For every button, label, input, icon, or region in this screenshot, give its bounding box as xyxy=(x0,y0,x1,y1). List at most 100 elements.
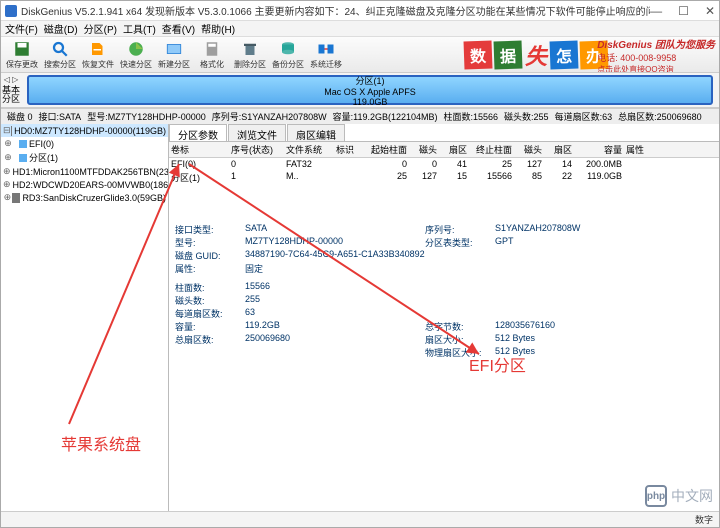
tree-disk-2[interactable]: ⊕HD2:WDCWD20EARS-00MVWB0(1863GB) xyxy=(1,178,168,191)
td: 15 xyxy=(439,170,469,185)
td: 127 xyxy=(514,158,544,170)
menu-view[interactable]: 查看(V) xyxy=(162,21,195,36)
disk-tree[interactable]: ⊟HD0:MZ7TY128HDHP-00000(119GB) ⊕EFI(0) ⊕… xyxy=(1,124,169,514)
watermark-logo: php xyxy=(645,485,667,507)
main-area: ⊟HD0:MZ7TY128HDHP-00000(119GB) ⊕EFI(0) ⊕… xyxy=(1,124,719,514)
detail-value: 119.2GB xyxy=(245,320,425,333)
th[interactable]: 卷标 xyxy=(169,142,229,157)
tree-label: RD3:SanDiskCruzerGlide3.0(59GB) xyxy=(22,193,166,203)
table-row[interactable]: EFI(0)0FAT3200412512714200.0MB xyxy=(169,158,719,170)
quick-partition-button[interactable]: 快速分区 xyxy=(117,38,155,72)
watermark-text: 中文网 xyxy=(671,486,713,506)
th[interactable]: 标识 xyxy=(334,142,364,157)
diskinfo-cap: 容量:119.2GB(122104MB) xyxy=(333,110,438,123)
tab-sector-edit[interactable]: 扇区编辑 xyxy=(287,124,345,141)
partition-title: 分区(1) xyxy=(356,74,385,87)
th[interactable]: 序号(状态) xyxy=(229,142,284,157)
detail-label: 磁头数: xyxy=(175,294,245,307)
table-row[interactable]: 分区(1)1M..2512715155668522119.0GB xyxy=(169,170,719,185)
detail-label: 柱面数: xyxy=(175,281,245,294)
detail-value: 128035676160 xyxy=(495,320,675,333)
td: 0 xyxy=(364,158,409,170)
recover-file-button[interactable]: 恢复文件 xyxy=(79,38,117,72)
diskinfo-spt: 每道扇区数:63 xyxy=(555,110,613,123)
window-title: DiskGenius V5.2.1.941 x64 发现新版本 V5.3.0.1… xyxy=(21,3,650,18)
td xyxy=(334,170,364,185)
left-tab: ◁ ▷ 基本分区 xyxy=(1,73,21,107)
th[interactable]: 属性 xyxy=(624,142,654,157)
disk-bar-wrap: ◁ ▷ 基本分区 分区(1) Mac OS X Apple APFS 119.0… xyxy=(1,73,719,108)
detail-value: 512 Bytes xyxy=(495,346,675,359)
detail-label: 物理扇区大小: xyxy=(425,346,495,359)
tree-label: EFI(0) xyxy=(29,139,54,149)
menu-tool[interactable]: 工具(T) xyxy=(123,21,156,36)
td xyxy=(624,158,654,170)
disk-icon xyxy=(12,193,21,203)
detail-label: 每道扇区数: xyxy=(175,307,245,320)
td: 1 xyxy=(229,170,284,185)
brand-qq[interactable]: 点击此处直接QQ咨询 xyxy=(597,64,673,74)
td: 85 xyxy=(514,170,544,185)
th[interactable]: 扇区 xyxy=(439,142,469,157)
detail-value: 15566 xyxy=(245,281,425,294)
brand-info: DiskGenius 团队为您服务 电话: 400-008-9958 点击此处直… xyxy=(597,37,715,73)
th[interactable]: 起始柱面 xyxy=(364,142,409,157)
maximize-button[interactable]: ☐ xyxy=(678,4,689,18)
th[interactable]: 容量 xyxy=(574,142,624,157)
format-button[interactable]: 格式化 xyxy=(193,38,231,72)
tree-part-1[interactable]: ⊕分区(1) xyxy=(1,150,168,165)
backup-partition-button[interactable]: 备份分区 xyxy=(269,38,307,72)
minimize-button[interactable]: — xyxy=(650,4,662,18)
migrate-button[interactable]: 系统迁移 xyxy=(307,38,345,72)
detail-label: 容量: xyxy=(175,320,245,333)
diskinfo-disk: 磁盘 0 xyxy=(7,110,33,123)
td: 0 xyxy=(229,158,284,170)
td: 15566 xyxy=(469,170,514,185)
partition-box[interactable]: 分区(1) Mac OS X Apple APFS 119.0GB xyxy=(27,75,713,105)
menu-file[interactable]: 文件(F) xyxy=(5,21,38,36)
banner-char: 怎 xyxy=(550,41,579,70)
menu-help[interactable]: 帮助(H) xyxy=(201,21,235,36)
td: EFI(0) xyxy=(169,158,229,170)
tree-disk-0[interactable]: ⊟HD0:MZ7TY128HDHP-00000(119GB) xyxy=(1,124,168,137)
new-partition-button[interactable]: 新建分区 xyxy=(155,38,193,72)
tree-label: 分区(1) xyxy=(29,151,58,164)
tree-collapse-icon[interactable]: ⊟ xyxy=(3,125,11,136)
detail-label: 接口类型: xyxy=(175,223,245,236)
close-button[interactable]: ✕ xyxy=(705,4,715,18)
tab-partition-params[interactable]: 分区参数 xyxy=(169,124,227,141)
nav-arrows[interactable]: ◁ ▷ xyxy=(4,75,19,84)
search-partition-button[interactable]: 搜索分区 xyxy=(41,38,79,72)
tree-label: HD0:MZ7TY128HDHP-00000(119GB) xyxy=(14,126,166,136)
th[interactable]: 终止柱面 xyxy=(469,142,514,157)
menu-bar: 文件(F) 磁盘(D) 分区(P) 工具(T) 查看(V) 帮助(H) xyxy=(1,21,719,37)
td xyxy=(624,170,654,185)
td: 127 xyxy=(409,170,439,185)
content-tabs: 分区参数 浏览文件 扇区编辑 xyxy=(169,124,719,142)
app-icon xyxy=(5,5,17,17)
delete-partition-button[interactable]: 删除分区 xyxy=(231,38,269,72)
title-bar: DiskGenius V5.2.1.941 x64 发现新版本 V5.3.0.1… xyxy=(1,1,719,21)
menu-partition[interactable]: 分区(P) xyxy=(84,21,117,36)
menu-disk[interactable]: 磁盘(D) xyxy=(44,21,78,36)
detail-label: 序列号: xyxy=(425,223,495,236)
th[interactable]: 扇区 xyxy=(544,142,574,157)
detail-label: 磁盘 GUID: xyxy=(175,249,245,262)
th[interactable]: 磁头 xyxy=(409,142,439,157)
td: 119.0GB xyxy=(574,170,624,185)
tree-disk-3[interactable]: ⊕RD3:SanDiskCruzerGlide3.0(59GB) xyxy=(1,191,168,204)
brand-tel: 电话: 400-008-9958 xyxy=(597,51,676,64)
detail-label: 型号: xyxy=(175,236,245,249)
detail-label: 总字节数: xyxy=(425,320,495,333)
disk-icon xyxy=(11,126,13,136)
detail-label: 扇区大小: xyxy=(425,333,495,346)
th[interactable]: 磁头 xyxy=(514,142,544,157)
td: M.. xyxy=(284,170,334,185)
save-button[interactable]: 保存更改 xyxy=(3,38,41,72)
th[interactable]: 文件系统 xyxy=(284,142,334,157)
status-item: 数字 xyxy=(695,513,713,526)
tab-browse-files[interactable]: 浏览文件 xyxy=(228,124,286,141)
tree-part-efi[interactable]: ⊕EFI(0) xyxy=(1,137,168,150)
detail-value: 固定 xyxy=(245,262,425,275)
tree-disk-1[interactable]: ⊕HD1:Micron1100MTFDDAK256TBN(238GB) xyxy=(1,165,168,178)
